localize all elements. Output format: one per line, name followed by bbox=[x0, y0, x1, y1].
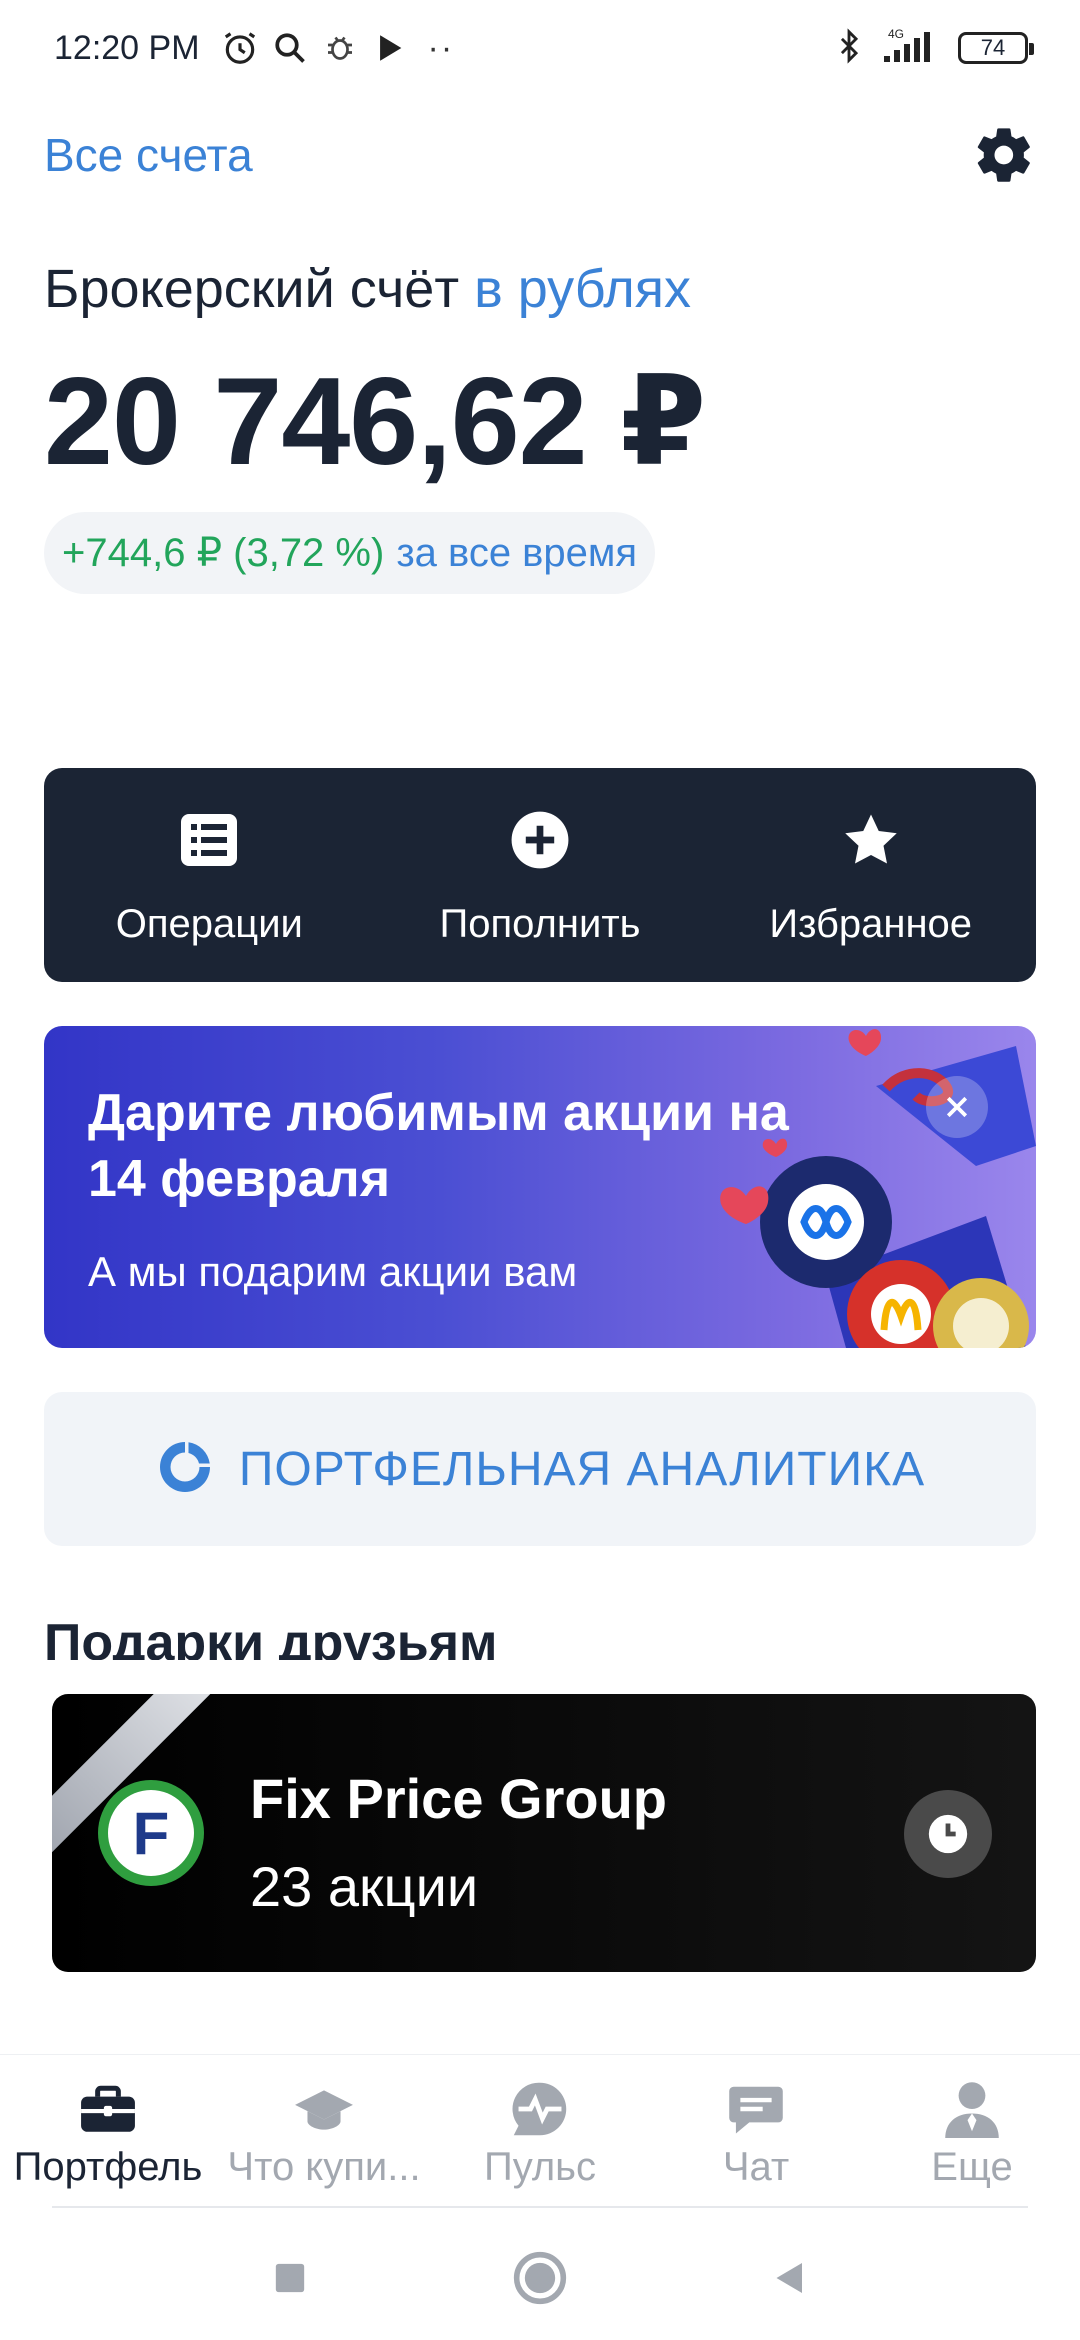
currency-link[interactable]: в рублях bbox=[474, 259, 691, 319]
profit-period: за все время bbox=[396, 530, 638, 575]
operations-button[interactable]: Операции bbox=[44, 768, 375, 982]
portfolio-analytics-label: ПОРТФЕЛЬНАЯ АНАЛИТИКА bbox=[238, 1442, 926, 1496]
profile-icon bbox=[940, 2079, 1004, 2139]
favorites-button[interactable]: Избранное bbox=[705, 768, 1036, 982]
profit-badge[interactable]: +744,6 ₽ (3,72 %) за все время bbox=[44, 512, 656, 594]
close-icon[interactable] bbox=[926, 1076, 988, 1138]
nav-more[interactable]: Еще bbox=[864, 2055, 1080, 2204]
fix-price-logo: F bbox=[98, 1780, 204, 1886]
promo-banner[interactable]: Дарите любимым акции на 14 февраля А мы … bbox=[44, 1026, 1036, 1348]
nav-what-to-buy-label: Что купи... bbox=[227, 2145, 421, 2189]
recents-button[interactable] bbox=[260, 2248, 320, 2308]
graduation-cap-icon bbox=[292, 2079, 356, 2139]
chat-icon bbox=[724, 2079, 788, 2139]
battery-indicator: 74 bbox=[958, 32, 1034, 64]
home-button[interactable] bbox=[510, 2248, 570, 2308]
gifts-section-title: Подарки друзьям bbox=[44, 1614, 498, 1660]
gift-company-name: Fix Price Group bbox=[250, 1767, 667, 1830]
promo-subtitle: А мы подарим акции вам bbox=[88, 1248, 578, 1295]
signal-icon: 4G bbox=[880, 26, 944, 71]
top-up-label: Пополнить bbox=[439, 902, 641, 946]
nav-chat[interactable]: Чат bbox=[648, 2055, 864, 2204]
favorites-label: Избранное bbox=[769, 902, 973, 946]
nav-pulse[interactable]: Пульс bbox=[432, 2055, 648, 2204]
nav-chat-label: Чат bbox=[722, 2145, 790, 2189]
top-up-button[interactable]: Пополнить bbox=[375, 768, 706, 982]
status-time: 12:20 PM bbox=[54, 28, 200, 67]
bug-icon bbox=[320, 28, 360, 68]
bluetooth-icon bbox=[832, 26, 866, 71]
account-title: Брокерский счёт в рублях bbox=[44, 258, 691, 320]
account-type: Брокерский счёт bbox=[44, 259, 460, 319]
gift-card[interactable]: F Fix Price Group 23 акции bbox=[52, 1694, 1036, 1972]
svg-text:4G: 4G bbox=[888, 27, 904, 41]
status-bar: 12:20 PM ·· 4G 74 bbox=[0, 0, 1080, 96]
back-button[interactable] bbox=[760, 2248, 820, 2308]
bottom-navigation: Портфель Что купи... Пульс Чат Еще bbox=[0, 2054, 1080, 2204]
nav-what-to-buy[interactable]: Что купи... bbox=[216, 2055, 432, 2204]
clock-icon bbox=[904, 1790, 992, 1878]
nav-more-label: Еще bbox=[931, 2145, 1013, 2189]
operations-label: Операции bbox=[115, 902, 303, 946]
gear-icon[interactable] bbox=[972, 123, 1036, 187]
portfolio-balance: 20 746,62 ₽ bbox=[44, 353, 706, 491]
portfolio-analytics-button[interactable]: ПОРТФЕЛЬНАЯ АНАЛИТИКА bbox=[44, 1392, 1036, 1546]
header: Все счета bbox=[44, 120, 1036, 190]
gift-shares-count: 23 акции bbox=[250, 1855, 479, 1918]
search-icon bbox=[270, 28, 310, 68]
play-store-icon bbox=[370, 28, 410, 68]
nav-pulse-label: Пульс bbox=[483, 2145, 597, 2189]
divider bbox=[52, 2206, 1028, 2208]
list-icon bbox=[177, 808, 241, 872]
system-navigation-bar bbox=[0, 2216, 1080, 2340]
nav-portfolio[interactable]: Портфель bbox=[0, 2055, 216, 2204]
all-accounts-link[interactable]: Все счета bbox=[44, 128, 253, 182]
plus-circle-icon bbox=[508, 808, 572, 872]
alarm-icon bbox=[220, 28, 260, 68]
more-notifications-icon: ·· bbox=[427, 28, 455, 67]
profit-value: +744,6 ₽ (3,72 %) bbox=[62, 531, 385, 575]
quick-actions-panel: Операции Пополнить Избранное bbox=[44, 768, 1036, 982]
briefcase-icon bbox=[76, 2079, 140, 2139]
star-icon bbox=[839, 808, 903, 872]
gift-box-illustration bbox=[720, 1029, 1036, 1348]
pulse-icon bbox=[508, 2079, 572, 2139]
pie-chart-icon bbox=[155, 1437, 215, 1502]
nav-portfolio-label: Портфель bbox=[13, 2145, 203, 2189]
